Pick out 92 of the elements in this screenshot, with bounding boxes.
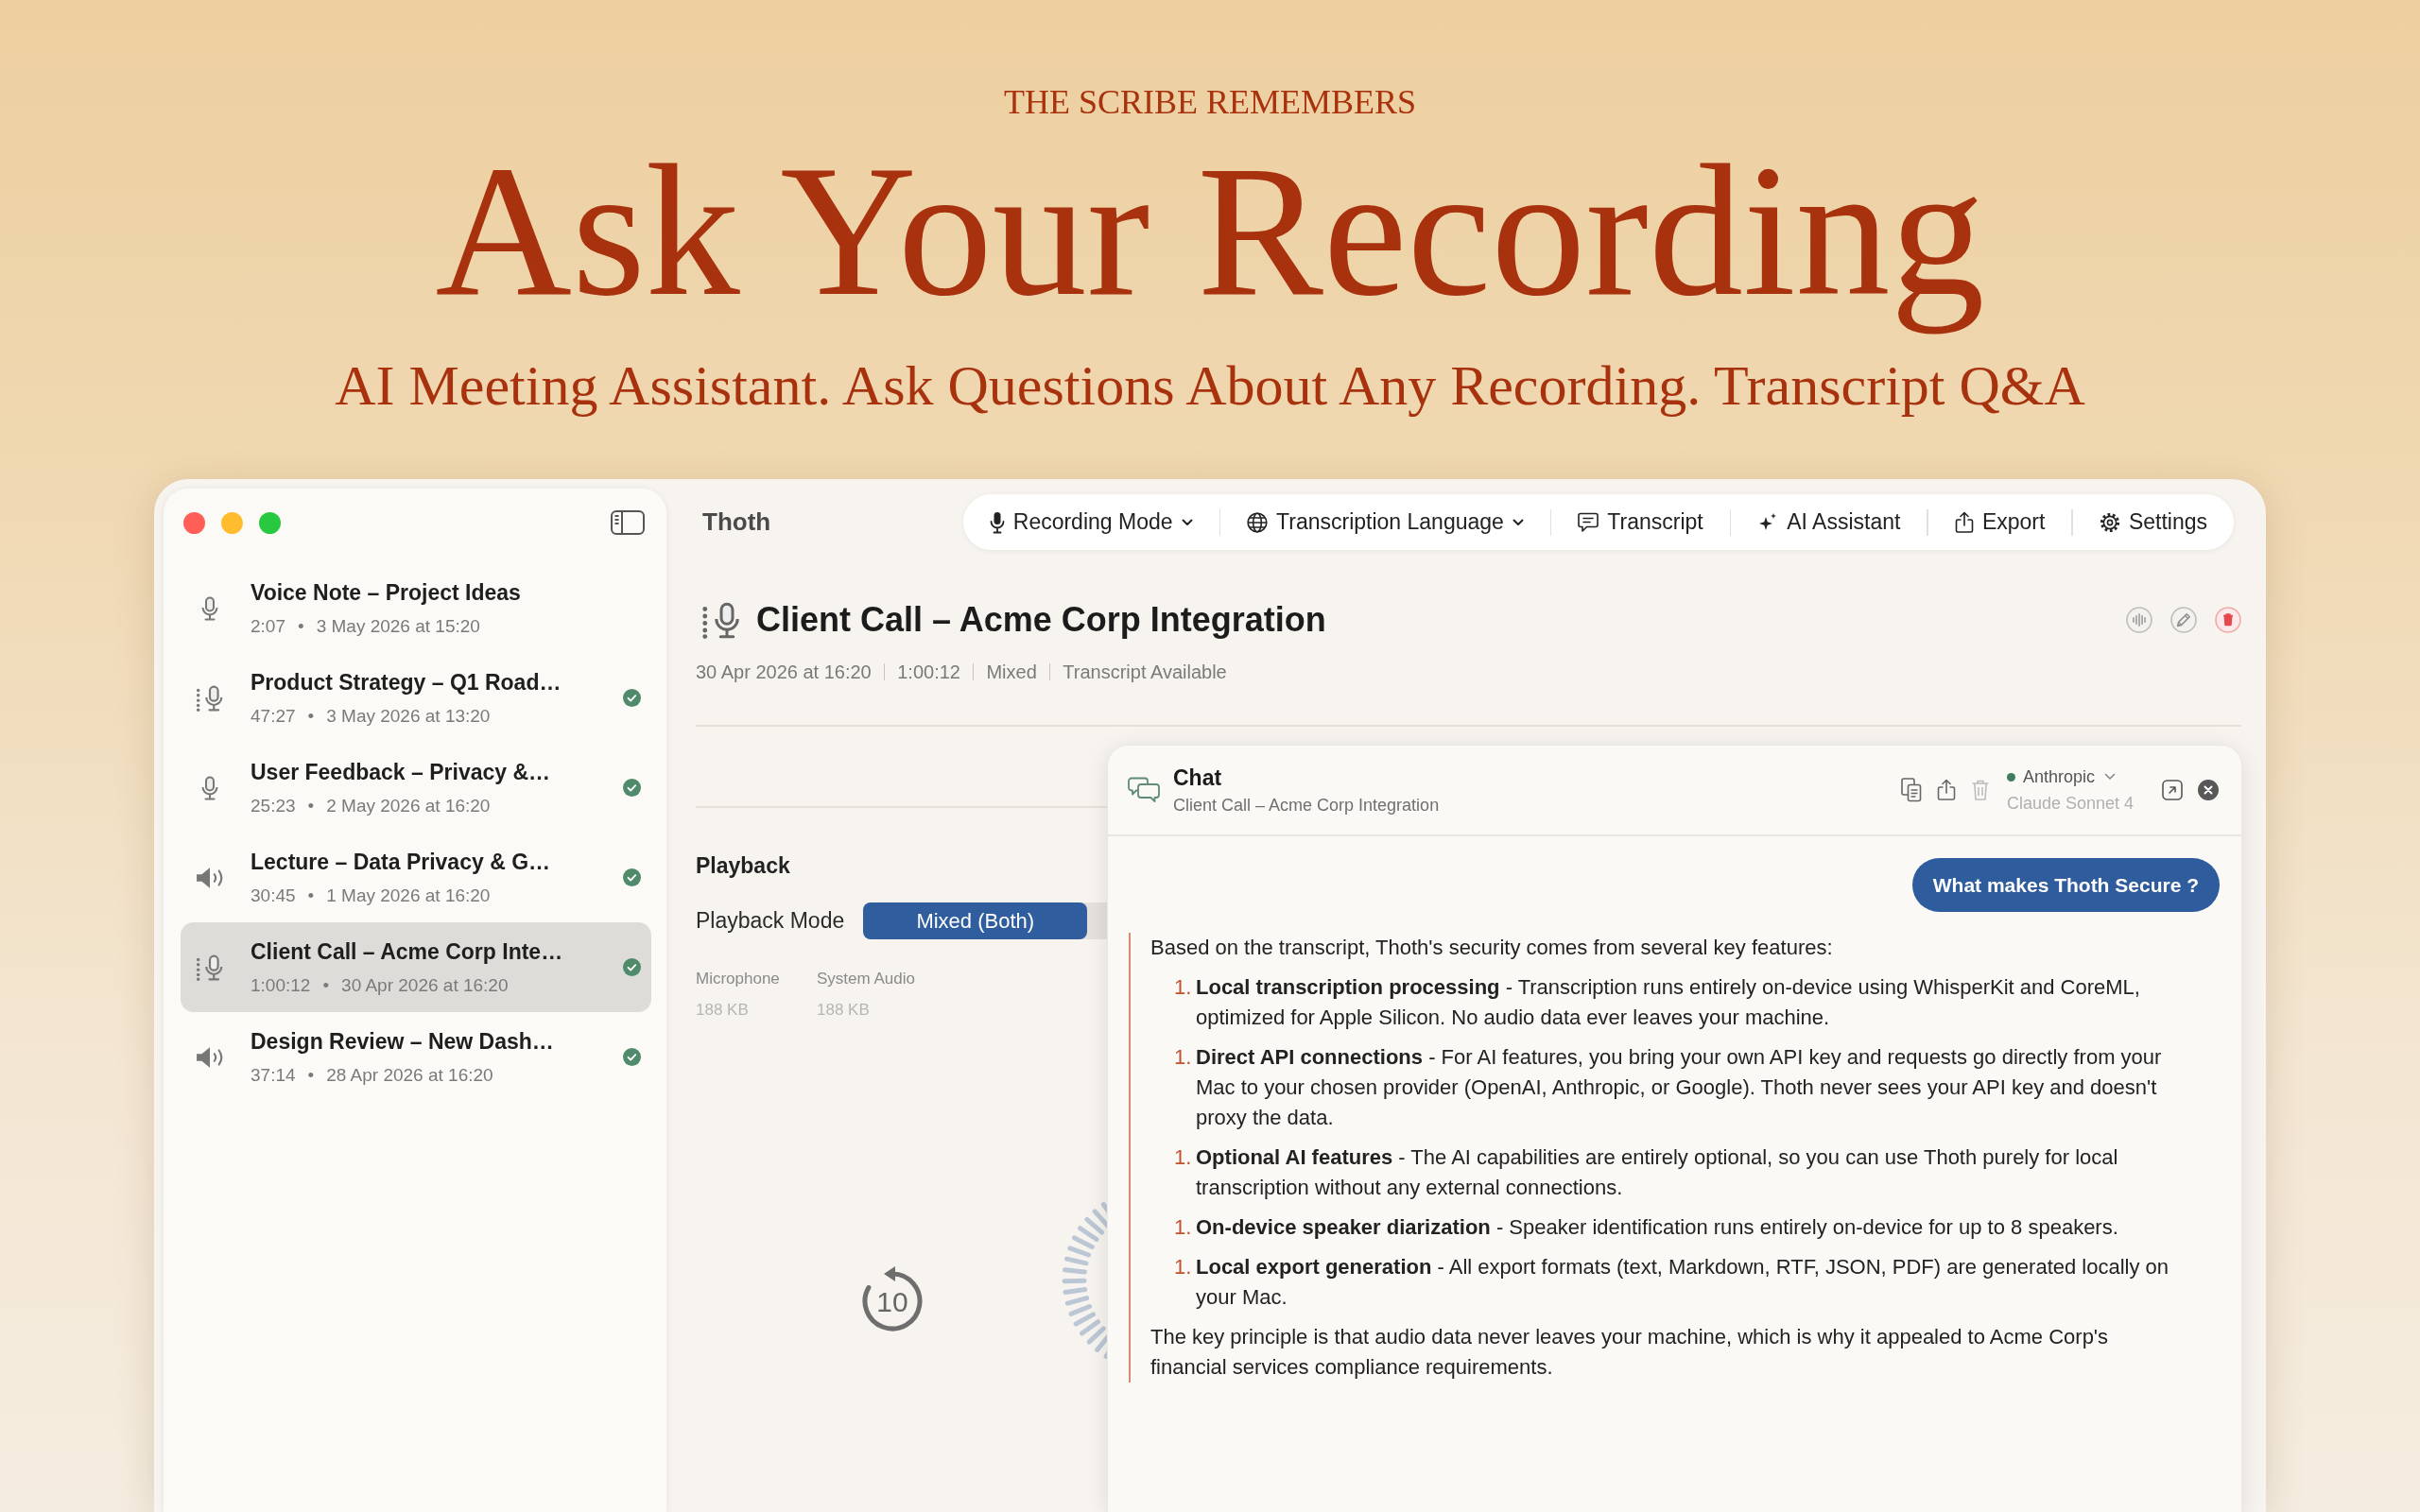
- list-item-text: Local export generation - All export formats (text, Markdown, RTF, JSON, PDF) are generated locally on your Mac.: [1196, 1254, 2170, 1311]
- list-item-text: Direct API connections - For AI features, you bring your own API key and requests go directly from your Mac to your chosen provider (OpenAI, Anthropic, or Google). Thoth never sees your API key and doesn't proxy the data.: [1196, 1044, 2163, 1131]
- toolbar-button[interactable]: Transcript: [1551, 501, 1730, 543]
- model-name: Claude Sonnet 4: [2006, 793, 2134, 815]
- meta-separator: •: [307, 705, 315, 728]
- meta-separator: •: [307, 1064, 315, 1087]
- playback-mode-label: Playback Mode: [696, 908, 845, 934]
- recording-meta: 30 Apr 2026 at 16:20: [696, 661, 872, 684]
- recording-meta: Mixed: [986, 661, 1037, 684]
- window-zoom-button[interactable]: [259, 511, 281, 534]
- meta-separator: •: [307, 885, 315, 907]
- recording-date: 3 May 2026 at 13:20: [326, 705, 491, 728]
- trash-icon[interactable]: [1970, 779, 1990, 801]
- section-heading: Playback: [696, 852, 790, 880]
- recording-item[interactable]: Product Strategy – Q1 Road… 47:27 • 3 May 2026 at 13:20: [181, 653, 651, 743]
- hero-kicker: THE SCRIBE REMEMBERS: [1003, 85, 1417, 119]
- recording-item[interactable]: Client Call – Acme Corp Inte… 1:00:12 • 30 Apr 2026 at 16:20: [181, 922, 651, 1012]
- pencil-icon[interactable]: [2170, 607, 2197, 633]
- open-window-icon[interactable]: [2162, 780, 2183, 800]
- recording-date: 2 May 2026 at 16:20: [326, 795, 491, 817]
- toolbar-button[interactable]: Export: [1927, 501, 2072, 543]
- copy-icon[interactable]: [1900, 778, 1922, 802]
- settings-icon: [2099, 511, 2120, 533]
- microphone-icon: [200, 595, 219, 621]
- microphone-dots-icon: [701, 601, 741, 639]
- trash-icon[interactable]: [2215, 607, 2241, 633]
- share-icon[interactable]: [1936, 779, 1956, 801]
- chat-title: Chat: [1173, 764, 1222, 791]
- waveform-icon[interactable]: [2126, 607, 2152, 633]
- globe-icon: [1247, 511, 1269, 533]
- recording-title: Product Strategy – Q1 Road…: [251, 669, 562, 696]
- list-item-text: On-device speaker diarization - Speaker identification runs entirely on-device for up to 8 speakers.: [1196, 1214, 2119, 1241]
- track-size: 188 KB: [696, 1000, 749, 1021]
- chat-bubbles-icon: [1128, 777, 1160, 803]
- chevron-down-icon[interactable]: [2103, 773, 2116, 781]
- window-close-button[interactable]: [183, 511, 205, 534]
- meta-separator: •: [298, 615, 304, 638]
- meta-separator: •: [307, 795, 315, 817]
- recording-date: 30 Apr 2026 at 16:20: [341, 974, 509, 997]
- recording-item[interactable]: User Feedback – Privacy &… 25:23 • 2 May 2026 at 16:20: [181, 743, 651, 833]
- response-paragraph: The key principle is that audio data never leaves your machine, which is why it appealed to Acme Corp's financial services compliance requirements.: [1150, 1324, 2110, 1381]
- rewind-button[interactable]: 10: [858, 1262, 926, 1333]
- recording-duration: 25:23: [251, 795, 296, 817]
- list-number: 1.: [1174, 1214, 1193, 1241]
- recording-item[interactable]: Lecture – Data Privacy & G… 30:45 • 1 May 2026 at 16:20: [181, 833, 651, 922]
- recording-date: 28 Apr 2026 at 16:20: [326, 1064, 493, 1087]
- recording-title: User Feedback – Privacy &…: [251, 759, 551, 786]
- toolbar-button[interactable]: Transcription Language: [1220, 501, 1550, 543]
- user-message: What makes Thoth Secure ?: [1911, 858, 2220, 912]
- provider-name[interactable]: Anthropic: [2022, 765, 2095, 788]
- track-name: Microphone: [696, 969, 780, 989]
- microphone-icon: [200, 775, 219, 800]
- microphone-icon: [989, 510, 1005, 534]
- recording-date: 1 May 2026 at 16:20: [326, 885, 491, 907]
- list-item-text: Optional AI features - The AI capabilities are entirely optional, so you can use Thoth purely for local transcription without any external connections.: [1196, 1144, 2119, 1201]
- share-icon: [1954, 510, 1974, 534]
- response-paragraph: Based on the transcript, Thoth's security comes from several key features:: [1150, 935, 1834, 961]
- list-number: 1.: [1174, 1144, 1193, 1171]
- chat-subtitle: Client Call – Acme Corp Integration: [1173, 794, 1440, 816]
- recording-duration: 2:07: [251, 615, 285, 638]
- microphone-dots-icon: [196, 684, 224, 712]
- microphone-dots-icon: [196, 954, 224, 981]
- speech-bubble-icon: [1578, 511, 1599, 533]
- recording-item[interactable]: Voice Note – Project Ideas 2:07 • 3 May 2026 at 15:20: [181, 563, 651, 653]
- recording-title: Voice Note – Project Ideas: [251, 579, 521, 607]
- recording-duration: 37:14: [251, 1064, 296, 1087]
- app-name: Thoth: [702, 507, 771, 537]
- toolbar-button[interactable]: Recording Mode: [962, 501, 1219, 543]
- recording-title: Client Call – Acme Corp Inte…: [251, 938, 563, 966]
- recording-item[interactable]: Design Review – New Dash… 37:14 • 28 Apr 2026 at 16:20: [181, 1012, 651, 1102]
- recording-duration: 30:45: [251, 885, 296, 907]
- toolbar-button[interactable]: Settings: [2072, 501, 2234, 543]
- track-name: System Audio: [817, 969, 915, 989]
- recording-duration: 1:00:12: [251, 974, 311, 997]
- rewind-arrow-icon: [862, 1266, 923, 1332]
- toolbar-button[interactable]: AI Assistant: [1731, 501, 1927, 543]
- recording-duration: 47:27: [251, 705, 296, 728]
- recording-title: Design Review – New Dash…: [251, 1028, 554, 1056]
- meta-separator: •: [322, 974, 330, 997]
- recording-date: 3 May 2026 at 15:20: [316, 615, 480, 638]
- recording-heading: Client Call – Acme Corp Integration: [756, 599, 1326, 641]
- recording-meta: 1:00:12: [897, 661, 960, 684]
- recording-meta: Transcript Available: [1063, 661, 1227, 684]
- track-size: 188 KB: [817, 1000, 870, 1021]
- sidebar-toggle-icon[interactable]: [611, 510, 645, 535]
- list-number: 1.: [1174, 1044, 1193, 1071]
- list-number: 1.: [1174, 974, 1193, 1001]
- hero-title: Ask Your Recording: [435, 125, 1985, 336]
- close-icon[interactable]: [2198, 780, 2219, 800]
- list-item-text: Local transcription processing - Transcription runs entirely on-device using WhisperKit and CoreML, optimized for Apple Silicon. No audio data ever leaves your machine.: [1196, 974, 2141, 1031]
- list-number: 1.: [1174, 1254, 1193, 1280]
- recording-title: Lecture – Data Privacy & G…: [251, 849, 551, 876]
